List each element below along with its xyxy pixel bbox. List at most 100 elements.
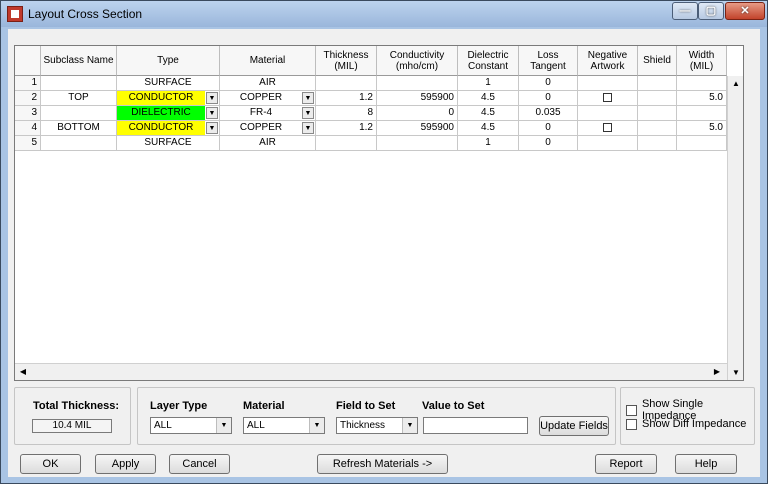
title-bar[interactable]: Layout Cross Section — ▢ ✕ bbox=[1, 1, 767, 27]
thickness-cell[interactable]: 1.2 bbox=[316, 121, 377, 136]
scroll-right-icon[interactable]: ▶ bbox=[709, 364, 725, 380]
width-cell[interactable] bbox=[677, 76, 727, 91]
grid-header-conductivity[interactable]: Conductivity (mho/cm) bbox=[377, 46, 458, 76]
dielectric-cell[interactable]: 1 bbox=[458, 136, 519, 151]
chevron-down-icon[interactable]: ▼ bbox=[309, 418, 324, 433]
vertical-scrollbar[interactable]: ▲ ▼ bbox=[727, 76, 743, 380]
subclass-cell[interactable]: TOP bbox=[41, 91, 117, 106]
report-button[interactable]: Report bbox=[595, 454, 657, 474]
scroll-up-icon[interactable]: ▲ bbox=[728, 76, 743, 92]
grid-header-material[interactable]: Material bbox=[220, 46, 316, 76]
conductivity-cell[interactable]: 595900 bbox=[377, 121, 458, 136]
conductivity-cell[interactable]: 0 bbox=[377, 106, 458, 121]
minimize-button[interactable]: — bbox=[672, 2, 698, 20]
field-to-set-select[interactable]: Thickness ▼ bbox=[336, 417, 418, 434]
apply-button[interactable]: Apply bbox=[95, 454, 156, 474]
negative-artwork-cell[interactable] bbox=[578, 136, 638, 151]
chevron-down-icon[interactable]: ▼ bbox=[302, 122, 314, 134]
type-cell[interactable]: DIELECTRIC ▼ bbox=[117, 106, 220, 121]
subclass-cell[interactable]: BOTTOM bbox=[41, 121, 117, 136]
negative-artwork-cell[interactable] bbox=[578, 91, 638, 106]
width-cell[interactable]: 5.0 bbox=[677, 91, 727, 106]
negative-artwork-cell[interactable] bbox=[578, 121, 638, 136]
show-diff-impedance-checkbox[interactable]: Show Diff Impedance bbox=[626, 418, 746, 430]
shield-cell[interactable] bbox=[638, 136, 677, 151]
material-cell[interactable]: AIR bbox=[220, 136, 316, 151]
value-to-set-input[interactable] bbox=[423, 417, 528, 434]
chevron-down-icon[interactable]: ▼ bbox=[206, 122, 218, 134]
chevron-down-icon[interactable]: ▼ bbox=[216, 418, 231, 433]
update-fields-button[interactable]: Update Fields bbox=[539, 416, 609, 436]
negative-artwork-cell[interactable] bbox=[578, 76, 638, 91]
cancel-button[interactable]: Cancel bbox=[169, 454, 230, 474]
maximize-button[interactable]: ▢ bbox=[698, 2, 724, 20]
layer-type-select[interactable]: ALL ▼ bbox=[150, 417, 232, 434]
refresh-materials-button[interactable]: Refresh Materials -> bbox=[317, 454, 448, 474]
loss-tangent-cell[interactable]: 0 bbox=[519, 76, 578, 91]
scroll-left-icon[interactable]: ◀ bbox=[15, 364, 31, 380]
shield-cell[interactable] bbox=[638, 91, 677, 106]
loss-tangent-cell[interactable]: 0 bbox=[519, 91, 578, 106]
material-cell[interactable]: COPPER ▼ bbox=[220, 121, 316, 136]
type-cell[interactable]: SURFACE bbox=[117, 76, 220, 91]
loss-tangent-cell[interactable]: 0 bbox=[519, 136, 578, 151]
grid-header-shield[interactable]: Shield bbox=[638, 46, 677, 76]
grid-header-subclass[interactable]: Subclass Name bbox=[41, 46, 117, 76]
chevron-down-icon[interactable]: ▼ bbox=[206, 107, 218, 119]
app-icon bbox=[7, 6, 23, 22]
grid-header-loss-tangent[interactable]: Loss Tangent bbox=[519, 46, 578, 76]
material-cell[interactable]: FR-4 ▼ bbox=[220, 106, 316, 121]
material-cell[interactable]: AIR bbox=[220, 76, 316, 91]
negative-artwork-checkbox[interactable] bbox=[603, 123, 612, 132]
type-cell[interactable]: CONDUCTOR ▼ bbox=[117, 91, 220, 106]
negative-artwork-cell[interactable] bbox=[578, 106, 638, 121]
dielectric-cell[interactable]: 4.5 bbox=[458, 121, 519, 136]
subclass-cell[interactable] bbox=[41, 106, 117, 121]
table-row[interactable]: 1 SURFACE AIR 1 0 bbox=[15, 76, 727, 91]
width-cell[interactable] bbox=[677, 106, 727, 121]
grid-header-thickness[interactable]: Thickness (MIL) bbox=[316, 46, 377, 76]
type-cell[interactable]: SURFACE bbox=[117, 136, 220, 151]
thickness-cell[interactable]: 8 bbox=[316, 106, 377, 121]
close-button[interactable]: ✕ bbox=[725, 2, 765, 20]
grid-header-dielectric[interactable]: Dielectric Constant bbox=[458, 46, 519, 76]
subclass-cell[interactable] bbox=[41, 136, 117, 151]
width-cell[interactable] bbox=[677, 136, 727, 151]
grid-header-width[interactable]: Width (MIL) bbox=[677, 46, 727, 76]
grid-header-negative-artwork[interactable]: Negative Artwork bbox=[578, 46, 638, 76]
thickness-cell[interactable]: 1.2 bbox=[316, 91, 377, 106]
chevron-down-icon[interactable]: ▼ bbox=[302, 107, 314, 119]
chevron-down-icon[interactable]: ▼ bbox=[302, 92, 314, 104]
loss-tangent-cell[interactable]: 0.035 bbox=[519, 106, 578, 121]
subclass-cell[interactable] bbox=[41, 76, 117, 91]
dielectric-cell[interactable]: 1 bbox=[458, 76, 519, 91]
thickness-cell[interactable] bbox=[316, 76, 377, 91]
thickness-cell[interactable] bbox=[316, 136, 377, 151]
ok-button[interactable]: OK bbox=[20, 454, 81, 474]
width-cell[interactable]: 5.0 bbox=[677, 121, 727, 136]
material-cell[interactable]: COPPER ▼ bbox=[220, 91, 316, 106]
conductivity-cell[interactable]: 595900 bbox=[377, 91, 458, 106]
chevron-down-icon[interactable]: ▼ bbox=[402, 418, 417, 433]
material-filter-select[interactable]: ALL ▼ bbox=[243, 417, 325, 434]
dielectric-cell[interactable]: 4.5 bbox=[458, 106, 519, 121]
row-number: 4 bbox=[15, 121, 41, 136]
table-row[interactable]: 4 BOTTOM CONDUCTOR ▼ COPPER ▼ 1.2 595900 4.5 0 5.0 bbox=[15, 121, 727, 136]
dielectric-cell[interactable]: 4.5 bbox=[458, 91, 519, 106]
conductivity-cell[interactable] bbox=[377, 76, 458, 91]
shield-cell[interactable] bbox=[638, 106, 677, 121]
conductivity-cell[interactable] bbox=[377, 136, 458, 151]
loss-tangent-cell[interactable]: 0 bbox=[519, 121, 578, 136]
grid-header-type[interactable]: Type bbox=[117, 46, 220, 76]
help-button[interactable]: Help bbox=[675, 454, 737, 474]
table-row[interactable]: 5 SURFACE AIR 1 0 bbox=[15, 136, 727, 151]
negative-artwork-checkbox[interactable] bbox=[603, 93, 612, 102]
shield-cell[interactable] bbox=[638, 76, 677, 91]
scroll-down-icon[interactable]: ▼ bbox=[728, 365, 743, 380]
table-row[interactable]: 3 DIELECTRIC ▼ FR-4 ▼ 8 0 4.5 0.035 bbox=[15, 106, 727, 121]
type-cell[interactable]: CONDUCTOR ▼ bbox=[117, 121, 220, 136]
chevron-down-icon[interactable]: ▼ bbox=[206, 92, 218, 104]
table-row[interactable]: 2 TOP CONDUCTOR ▼ COPPER ▼ 1.2 595900 4.5 0 5.0 bbox=[15, 91, 727, 106]
horizontal-scrollbar[interactable]: ◀ ▶ bbox=[15, 363, 727, 380]
shield-cell[interactable] bbox=[638, 121, 677, 136]
